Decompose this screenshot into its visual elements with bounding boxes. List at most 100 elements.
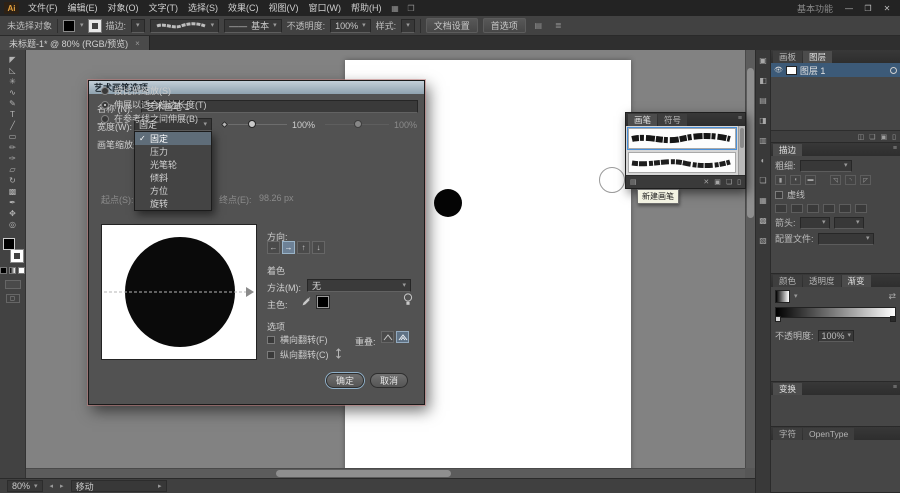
layer-name[interactable]: 图层 1: [800, 64, 826, 77]
transparency-panel-icon[interactable]: ◐: [758, 155, 769, 166]
document-tab[interactable]: 未标题-1* @ 80% (RGB/预览) ×: [0, 36, 150, 50]
outlined-circle-object[interactable]: [599, 167, 625, 193]
pen-tool[interactable]: ✎: [2, 98, 24, 109]
dropdown-option[interactable]: ✓ 压力: [135, 145, 211, 158]
radio-icon[interactable]: [101, 100, 109, 109]
delete-layer-icon[interactable]: ▯: [892, 133, 896, 141]
menu-item[interactable]: 帮助(H): [346, 0, 387, 16]
status-tool-dropdown[interactable]: 移动 ▸: [70, 480, 167, 492]
new-sublayer-icon[interactable]: ❏: [869, 133, 875, 141]
layer-row[interactable]: 👁 图层 1: [771, 63, 900, 77]
direct-selection-tool[interactable]: ◺: [2, 65, 24, 76]
reverse-gradient-icon[interactable]: ⇄: [888, 291, 896, 302]
fill-caret-icon[interactable]: ▾: [80, 22, 84, 29]
workspace-label[interactable]: 基本功能: [797, 2, 833, 15]
gradient-menu-caret-icon[interactable]: ▾: [794, 293, 798, 300]
delete-brush-icon[interactable]: ▯: [737, 178, 741, 186]
key-color-swatch[interactable]: [316, 295, 330, 309]
menu-item[interactable]: 对象(O): [103, 0, 144, 16]
dash-field[interactable]: [807, 204, 819, 213]
layer-thumbnail[interactable]: [785, 65, 797, 75]
horizontal-scroll-thumb[interactable]: [276, 470, 451, 477]
panel-tab[interactable]: 透明度: [803, 275, 841, 287]
stroke-swatch[interactable]: [9, 249, 24, 263]
arrange-documents-icon[interactable]: ▦: [388, 4, 403, 13]
lasso-tool[interactable]: ∿: [2, 87, 24, 98]
cap-projecting-icon[interactable]: ▬: [805, 175, 816, 185]
radio-icon[interactable]: [101, 86, 109, 95]
dropdown-option[interactable]: ✓ 光笔轮: [135, 158, 211, 171]
remove-brush-stroke-icon[interactable]: ✕: [703, 178, 709, 186]
menu-item[interactable]: 文件(F): [23, 0, 63, 16]
direction-left-button[interactable]: ←: [267, 241, 280, 254]
ok-button[interactable]: 确定: [326, 373, 364, 388]
filled-circle-object[interactable]: [434, 189, 462, 217]
eraser-tool[interactable]: ▱: [2, 164, 24, 175]
hand-tool[interactable]: ✥: [2, 208, 24, 219]
libraries-panel-icon[interactable]: ▧: [758, 235, 769, 246]
magic-wand-tool[interactable]: ✳: [2, 76, 24, 87]
rotate-tool[interactable]: ↻: [2, 175, 24, 186]
info-panel-icon[interactable]: ▣: [758, 55, 769, 66]
workspace-switcher-icon[interactable]: ❐: [404, 4, 419, 13]
preferences-button[interactable]: 首选项: [482, 18, 526, 33]
join-bevel-icon[interactable]: ◸: [860, 175, 871, 185]
make-mask-icon[interactable]: ◫: [858, 133, 865, 141]
dropdown-option[interactable]: ✓ 固定: [135, 132, 211, 145]
variable-width-profile-dropdown[interactable]: —— 基本 ▾: [224, 18, 282, 33]
gradient-fill-swatch[interactable]: [775, 290, 790, 303]
gap-field[interactable]: [855, 204, 867, 213]
zoom-level-dropdown[interactable]: 80% ▾: [7, 480, 43, 492]
art-brush-item[interactable]: [627, 127, 737, 150]
arrowhead-end-dropdown[interactable]: ▾: [833, 216, 864, 229]
selection-tool[interactable]: ◤: [2, 54, 24, 65]
panel-tab[interactable]: 图层: [803, 51, 833, 63]
gap-field[interactable]: [791, 204, 803, 213]
panel-tab[interactable]: 字符: [773, 428, 803, 440]
stroke-color-swatch[interactable]: [87, 18, 102, 33]
layer-target-icon[interactable]: [890, 66, 897, 74]
gradient-stop-end[interactable]: [890, 316, 896, 322]
gradient-slider[interactable]: [775, 307, 896, 322]
gradient-mode-button[interactable]: [9, 267, 16, 274]
gradient-panel-icon[interactable]: ▩: [758, 215, 769, 226]
gradient-stop-start[interactable]: [775, 316, 781, 322]
brush-definition-dropdown[interactable]: ▾: [149, 18, 220, 33]
scale-option-radio[interactable]: 伸展以适合描边长度(T): [101, 100, 401, 110]
dropdown-option[interactable]: ✓ 倾斜: [135, 171, 211, 184]
new-brush-icon[interactable]: ❏: [726, 178, 732, 186]
graphic-styles-panel-icon[interactable]: ◨: [758, 115, 769, 126]
style-dropdown[interactable]: ▾: [401, 18, 415, 33]
dropdown-option[interactable]: ✓ 方位: [135, 184, 211, 197]
menu-item[interactable]: 效果(C): [223, 0, 264, 16]
prev-artboard-icon[interactable]: ◂: [50, 483, 54, 490]
menu-item[interactable]: 编辑(E): [63, 0, 103, 16]
stroke-panel-tab[interactable]: 描边: [773, 144, 803, 156]
zoom-tool[interactable]: ◎: [2, 219, 24, 230]
type-tool[interactable]: T: [2, 109, 24, 120]
join-miter-icon[interactable]: ◹: [830, 175, 841, 185]
symbols-panel-icon[interactable]: ❏: [758, 175, 769, 186]
new-layer-icon[interactable]: ▣: [881, 133, 888, 141]
screen-mode-button[interactable]: ▢: [5, 294, 20, 303]
panel-options-icon[interactable]: ≣: [551, 21, 566, 30]
menu-item[interactable]: 选择(S): [183, 0, 223, 16]
opacity-dropdown[interactable]: 100% ▾: [330, 18, 371, 33]
transform-panel-tab[interactable]: 变换: [773, 383, 803, 395]
transform-panel-menu-icon[interactable]: ≡: [893, 384, 897, 391]
pencil-tool[interactable]: ✑: [2, 153, 24, 164]
gradient-opacity-field[interactable]: 100% ▾: [817, 329, 854, 342]
align-options-icon[interactable]: ▤: [531, 21, 546, 30]
rectangle-tool[interactable]: ▭: [2, 131, 24, 142]
cancel-button[interactable]: 取消: [370, 373, 408, 388]
eyedropper-tool[interactable]: ✒: [2, 197, 24, 208]
stroke-weight-dropdown[interactable]: ▾: [131, 18, 145, 33]
dash-field[interactable]: [839, 204, 851, 213]
stroke-panel-icon[interactable]: ▦: [758, 195, 769, 206]
tips-lightbulb-icon[interactable]: [403, 293, 413, 308]
direction-right-button[interactable]: →: [282, 241, 295, 254]
visibility-eye-icon[interactable]: 👁: [774, 66, 783, 74]
color-panel-icon[interactable]: ◧: [758, 75, 769, 86]
stroke-panel-menu-icon[interactable]: ≡: [893, 145, 897, 152]
panel-tab[interactable]: 颜色: [773, 275, 803, 287]
